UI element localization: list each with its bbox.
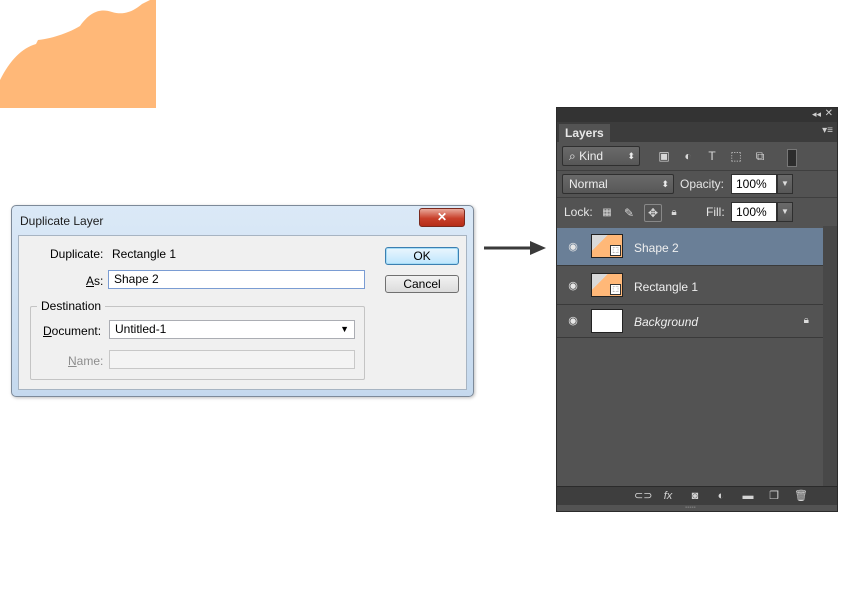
dialog-body: Duplicate: Rectangle 1 As: Shape 2 Desti… [18, 235, 467, 390]
pixel-filter-icon[interactable]: ▣ [657, 149, 671, 163]
panel-tabbar: Layers ▾≡ [557, 122, 837, 142]
name-label: Name: [68, 354, 104, 368]
layer-row-background[interactable]: ◉ Background 🔒︎ [557, 305, 823, 338]
dialog-close-button[interactable]: ✕ [419, 208, 465, 227]
type-filter-icon[interactable]: T [705, 149, 719, 163]
filter-row: ⌕ Kind ⬍ ▣ ◐ T ⬚ ⧉ [557, 142, 837, 171]
trash-icon[interactable]: 🗑︎ [794, 489, 808, 503]
layer-row-rectangle-1[interactable]: ◉ ⬚ Rectangle 1 [557, 266, 823, 305]
name-input[interactable] [109, 350, 355, 369]
layer-row-shape-2[interactable]: ◉ ⬚ Shape 2 [557, 228, 823, 266]
close-icon: ✕ [436, 210, 448, 224]
panel-menu-icon[interactable]: ▾≡ [822, 125, 833, 136]
blend-mode-select[interactable]: Normal ⬍ [562, 174, 674, 194]
document-label: Document: [43, 324, 102, 338]
adjustment-filter-icon[interactable]: ◐ [681, 149, 695, 163]
dialog-title: Duplicate Layer [20, 214, 104, 228]
lock-all-icon[interactable]: 🔒︎ [667, 206, 681, 220]
shape-filter-icon[interactable]: ⬚ [729, 149, 743, 163]
resize-grip[interactable]: ▪▪▪▪▪ [685, 505, 707, 511]
ok-button[interactable]: OK [385, 247, 459, 265]
duplicate-label: Duplicate: [50, 247, 104, 261]
new-group-icon[interactable]: ▬ [741, 489, 755, 503]
arrow-right-icon [484, 241, 546, 255]
cancel-button[interactable]: Cancel [385, 275, 459, 293]
as-label: As: [86, 274, 104, 288]
opacity-slider-button[interactable]: ▼ [777, 174, 793, 194]
fill-label: Fill: [706, 205, 725, 219]
destination-group: Destination Document: Untitled-1 ▼ Name: [30, 299, 365, 380]
lock-row: Lock: ▦ ✎ ✥ 🔒︎ Fill: 100% ▼ [557, 198, 837, 227]
duplicate-value: Rectangle 1 [112, 247, 177, 261]
lock-icon: 🔒︎ [803, 315, 809, 326]
tab-layers[interactable]: Layers [559, 124, 610, 142]
document-select[interactable]: Untitled-1 ▼ [109, 320, 355, 339]
layer-name: Background [634, 315, 699, 329]
chevron-down-icon: ▼ [340, 324, 349, 334]
add-mask-icon[interactable]: ◙ [688, 489, 702, 503]
shape-layer-icon: ⬚ [610, 284, 621, 295]
visibility-eye-icon[interactable]: ◉ [566, 316, 580, 327]
filter-toggle-switch[interactable] [787, 149, 797, 167]
adjustment-layer-icon[interactable]: ◐ [714, 489, 728, 503]
lock-label: Lock: [564, 205, 593, 219]
opacity-label: Opacity: [680, 177, 725, 191]
layer-thumbnail: ⬚ [591, 273, 623, 297]
filter-kind-value: Kind [579, 149, 604, 163]
orange-shape [0, 0, 156, 108]
as-input[interactable]: Shape 2 [108, 270, 365, 289]
panel-titlebar: ◂◂ ✕ [557, 108, 837, 122]
panel-close-icon[interactable]: ✕ [825, 108, 833, 119]
lock-brush-icon[interactable]: ✎ [622, 206, 636, 220]
layer-thumbnail [591, 309, 623, 333]
scrollbar[interactable] [823, 226, 837, 486]
shape-layer-icon: ⬚ [610, 245, 621, 256]
lock-position-icon[interactable]: ✥ [644, 204, 662, 222]
document-value: Untitled-1 [115, 322, 167, 336]
link-layers-icon[interactable]: ⊂⊃ [634, 489, 652, 503]
search-icon: ⌕ [569, 149, 576, 163]
smart-object-filter-icon[interactable]: ⧉ [753, 149, 767, 163]
panel-bottombar: ⊂⊃ fx ◙ ◐ ▬ ❐ 🗑︎ [557, 486, 837, 505]
collapse-panel-icon[interactable]: ◂◂ [812, 109, 821, 120]
fill-input[interactable]: 100% [731, 202, 777, 222]
updown-icon: ⬍ [627, 151, 635, 161]
layer-thumbnail: ⬚ [591, 234, 623, 258]
visibility-eye-icon[interactable]: ◉ [566, 242, 580, 253]
fill-slider-button[interactable]: ▼ [777, 202, 793, 222]
filter-kind-select[interactable]: ⌕ Kind ⬍ [562, 146, 640, 166]
blend-row: Normal ⬍ Opacity: 100% ▼ [557, 171, 837, 198]
layer-name: Rectangle 1 [634, 280, 699, 294]
updown-icon: ⬍ [661, 179, 669, 189]
visibility-eye-icon[interactable]: ◉ [566, 281, 580, 292]
opacity-input[interactable]: 100% [731, 174, 777, 194]
layer-list: ◉ ⬚ Shape 2 ◉ ⬚ Rectangle 1 ◉ Background… [557, 226, 823, 486]
duplicate-layer-dialog: Duplicate Layer ✕ Duplicate: Rectangle 1… [11, 205, 474, 397]
destination-label: Destination [37, 299, 106, 313]
layers-panel: ◂◂ ✕ Layers ▾≡ ⌕ Kind ⬍ ▣ ◐ T ⬚ ⧉ Normal… [556, 107, 838, 512]
blend-mode-value: Normal [569, 177, 608, 191]
layer-name: Shape 2 [634, 241, 679, 255]
lock-transparent-icon[interactable]: ▦ [600, 206, 614, 220]
fx-icon[interactable]: fx [661, 489, 675, 503]
new-layer-icon[interactable]: ❐ [767, 489, 781, 503]
